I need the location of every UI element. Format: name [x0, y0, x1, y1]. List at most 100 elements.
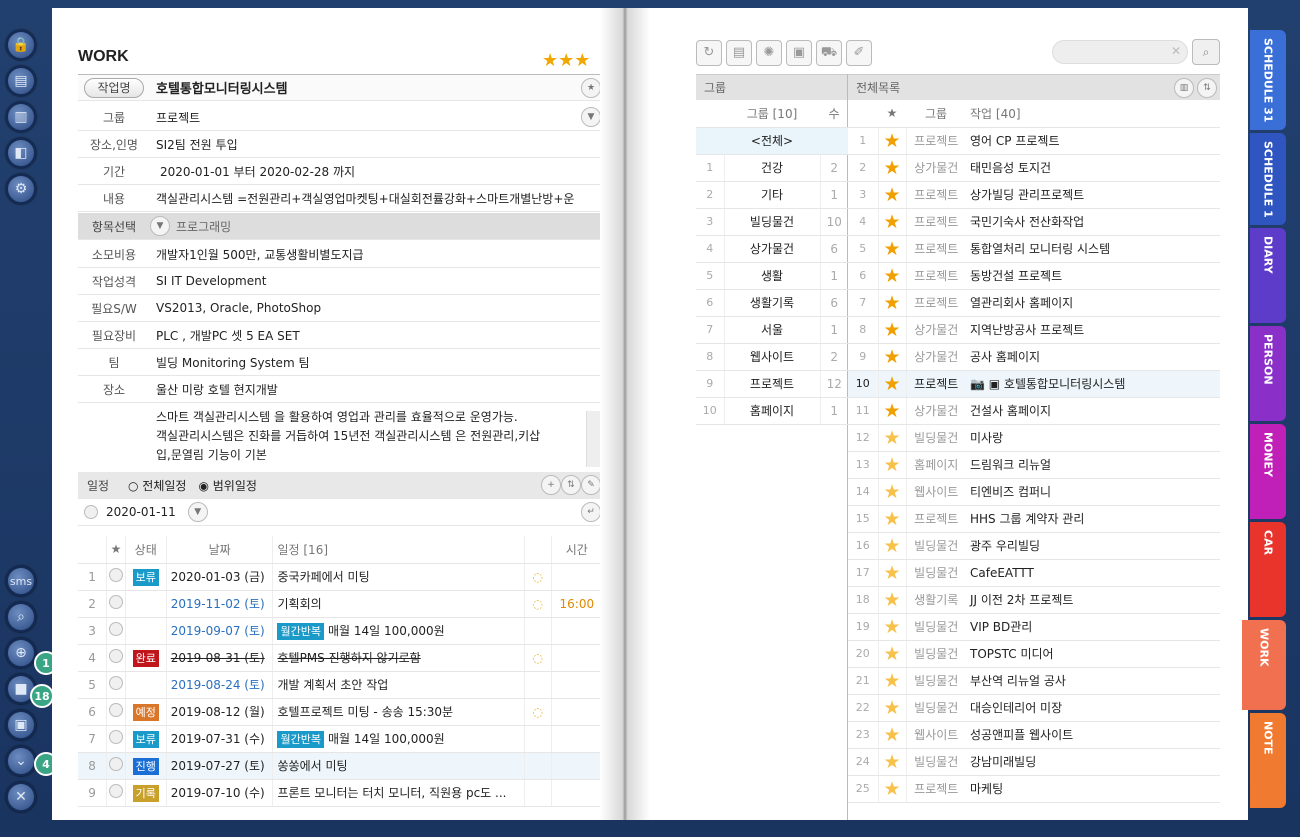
view-icon[interactable]: ▥: [1174, 78, 1194, 98]
settings-icon[interactable]: ⚙: [6, 174, 36, 204]
memo-icon[interactable]: ◌: [533, 705, 543, 719]
chevron-down-icon[interactable]: ▼: [187, 502, 208, 522]
table-row[interactable]: 14 ★ 웹사이트 티엔비즈 컴퍼니: [848, 478, 1220, 506]
table-row[interactable]: 11 ★ 상가물건 건설사 홈페이지: [848, 397, 1220, 425]
list-item[interactable]: 8 웹사이트 2: [696, 343, 848, 371]
table-row[interactable]: 16 ★ 빌딩물건 광주 우리빌딩: [848, 532, 1220, 560]
table-row[interactable]: 10 ★ 프로젝트 📷 ▣ 호텔통합모니터링시스템: [848, 370, 1220, 398]
list-item[interactable]: 9 프로젝트 12: [696, 370, 848, 398]
memo-scrollbar[interactable]: [586, 411, 600, 467]
table-row[interactable]: 8 ★ 상가물건 지역난방공사 프로젝트: [848, 316, 1220, 344]
done-checkbox[interactable]: [108, 757, 123, 771]
panel-left-icon[interactable]: ◧: [6, 138, 36, 168]
sun-icon[interactable]: ✺: [756, 40, 782, 66]
done-checkbox[interactable]: [108, 676, 123, 690]
notification-badge-2[interactable]: 18: [30, 684, 54, 708]
search-input[interactable]: ✕: [1052, 40, 1188, 64]
done-checkbox[interactable]: [108, 649, 123, 663]
tab-car[interactable]: CAR: [1250, 522, 1286, 617]
favorite-icon[interactable]: ★: [581, 77, 601, 98]
tab-diary[interactable]: DIARY: [1250, 228, 1286, 323]
table-row[interactable]: 6 ★ 프로젝트 동방건설 프로젝트: [848, 262, 1220, 290]
tab-schedule-31[interactable]: SCHEDULE 31: [1250, 30, 1286, 130]
table-row[interactable]: 22 ★ 빌딩물건 대승인테리어 미장: [848, 694, 1220, 722]
close-icon[interactable]: ✕: [6, 782, 36, 812]
list-item[interactable]: 1 건강 2: [696, 154, 848, 182]
table-row[interactable]: 8 진행 2019-07-27 (토) 쏭쏭에서 미팅: [78, 752, 604, 780]
date-toggle[interactable]: [84, 505, 98, 519]
chevron-down-icon[interactable]: ▼: [150, 216, 170, 236]
done-checkbox[interactable]: [108, 568, 123, 582]
table-row[interactable]: 3 2019-09-07 (토) 월간반복 매월 14일 100,000원: [78, 617, 604, 645]
list-item[interactable]: <전체>: [696, 127, 848, 155]
table-row[interactable]: 24 ★ 빌딩물건 강남미래빌딩: [848, 748, 1220, 776]
table-row[interactable]: 4 ★ 프로젝트 국민기숙사 전산화작업: [848, 208, 1220, 236]
table-row[interactable]: 1 보류 2020-01-03 (금) 중국카페에서 미팅 ◌: [78, 563, 604, 591]
table-row[interactable]: 6 예정 2019-08-12 (월) 호텔프로젝트 미팅 - 송송 15:30분 ◌: [78, 698, 604, 726]
schedule-date[interactable]: 2020-01-11: [106, 505, 176, 519]
table-row[interactable]: 23 ★ 웹사이트 성공앤피플 웹사이트: [848, 721, 1220, 749]
enter-icon[interactable]: ↵: [581, 502, 601, 522]
tab-money[interactable]: MONEY: [1250, 424, 1286, 519]
window-icon[interactable]: ▣: [6, 710, 36, 740]
table-row[interactable]: 5 ★ 프로젝트 통합열처리 모니터링 시스템: [848, 235, 1220, 263]
rating-stars[interactable]: ★★★: [542, 50, 590, 71]
chevron-down-icon[interactable]: ▼: [581, 107, 601, 127]
list-item[interactable]: 4 상가물건 6: [696, 235, 848, 263]
book-icon[interactable]: ▤: [6, 66, 36, 96]
sms-button[interactable]: sms: [6, 566, 36, 596]
done-checkbox[interactable]: [108, 730, 123, 744]
table-row[interactable]: 2 ★ 상가물건 태민음성 토지건: [848, 154, 1220, 182]
table-row[interactable]: 9 ★ 상가물건 공사 홈페이지: [848, 343, 1220, 371]
save-icon[interactable]: ▣: [786, 40, 812, 66]
done-checkbox[interactable]: [108, 784, 123, 798]
chevron-down-icon[interactable]: ⌄: [6, 746, 36, 776]
table-row[interactable]: 1 ★ 프로젝트 영어 CP 프로젝트: [848, 127, 1220, 155]
list-item[interactable]: 3 빌딩물건 10: [696, 208, 848, 236]
done-checkbox[interactable]: [108, 595, 123, 609]
tab-person[interactable]: PERSON: [1250, 326, 1286, 421]
panel-right-icon[interactable]: ▥: [6, 102, 36, 132]
table-row[interactable]: 21 ★ 빌딩물건 부산역 리뉴얼 공사: [848, 667, 1220, 695]
sort-icon[interactable]: ⇅: [1197, 78, 1217, 98]
table-row[interactable]: 3 ★ 프로젝트 상가빌딩 관리프로젝트: [848, 181, 1220, 209]
edit-icon[interactable]: ✎: [581, 475, 601, 495]
add-icon[interactable]: +: [541, 475, 561, 495]
add-search-icon[interactable]: ⊕: [6, 638, 36, 668]
refresh-icon[interactable]: ↻: [696, 40, 722, 66]
table-row[interactable]: 12 ★ 빌딩물건 미사랑: [848, 424, 1220, 452]
print-icon[interactable]: ▤: [726, 40, 752, 66]
radio-range[interactable]: ◉ 범위일정: [198, 477, 256, 494]
tag-icon[interactable]: ✐: [846, 40, 872, 66]
table-row[interactable]: 5 2019-08-24 (토) 개발 계획서 초안 작업: [78, 671, 604, 699]
table-row[interactable]: 2 2019-11-02 (토) 기획회의 ◌ 16:00: [78, 590, 604, 618]
search-icon[interactable]: ⌕: [1192, 39, 1220, 65]
radio-all[interactable]: ○ 전체일정: [128, 477, 186, 494]
table-row[interactable]: 20 ★ 빌딩물건 TOPSTC 미디어: [848, 640, 1220, 668]
table-row[interactable]: 19 ★ 빌딩물건 VIP BD관리: [848, 613, 1220, 641]
table-row[interactable]: 25 ★ 프로젝트 마케팅: [848, 775, 1220, 803]
list-item[interactable]: 7 서울 1: [696, 316, 848, 344]
list-item[interactable]: 10 홈페이지 1: [696, 397, 848, 425]
sort-icon[interactable]: ⇅: [561, 475, 581, 495]
list-item[interactable]: 5 생활 1: [696, 262, 848, 290]
work-name-button[interactable]: 작업명: [84, 78, 144, 98]
table-row[interactable]: 7 보류 2019-07-31 (수) 월간반복 매월 14일 100,000원: [78, 725, 604, 753]
clear-icon[interactable]: ✕: [1171, 44, 1181, 58]
lock-icon[interactable]: 🔒: [6, 30, 36, 60]
cart-icon[interactable]: ⛟: [816, 40, 842, 66]
memo-icon[interactable]: ◌: [533, 651, 543, 665]
list-item[interactable]: 6 생활기록 6: [696, 289, 848, 317]
table-row[interactable]: 18 ★ 생활기록 JJ 이전 2차 프로젝트: [848, 586, 1220, 614]
list-item[interactable]: 2 기타 1: [696, 181, 848, 209]
memo-icon[interactable]: ◌: [533, 570, 543, 584]
tab-work[interactable]: WORK: [1242, 620, 1286, 710]
tab-schedule-1[interactable]: SCHEDULE 1: [1250, 133, 1286, 225]
tab-note[interactable]: NOTE: [1250, 713, 1286, 808]
done-checkbox[interactable]: [108, 622, 123, 636]
table-row[interactable]: 13 ★ 홈페이지 드림워크 리뉴얼: [848, 451, 1220, 479]
table-row[interactable]: 4 완료 2019-08-31 (토) 호텔PMS 진행하지 않기로함 ◌: [78, 644, 604, 672]
done-checkbox[interactable]: [108, 703, 123, 717]
table-row[interactable]: 15 ★ 프로젝트 HHS 그룹 계약자 관리: [848, 505, 1220, 533]
search-icon[interactable]: ⌕: [6, 602, 36, 632]
